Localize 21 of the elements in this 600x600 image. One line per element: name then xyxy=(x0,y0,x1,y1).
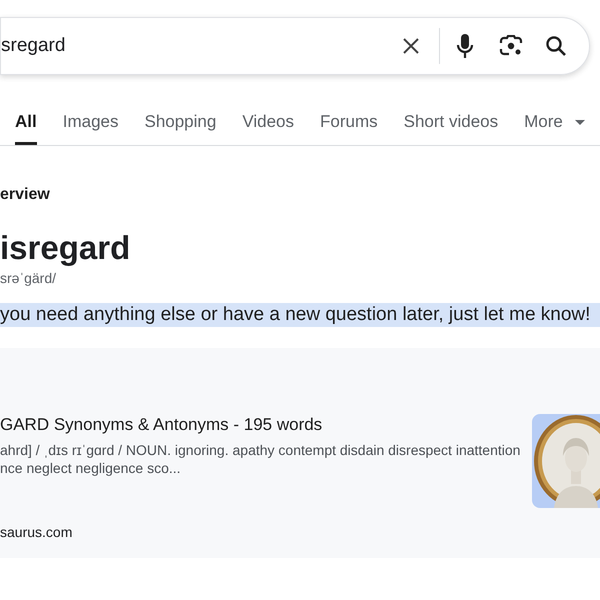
tab[interactable]: All xyxy=(15,111,37,145)
search-field[interactable]: sregard xyxy=(0,17,590,75)
word-heading: isregard xyxy=(0,228,130,268)
result-snippet: nce neglect negligence sco... xyxy=(0,459,181,477)
section-label: erview xyxy=(0,185,51,205)
search-query: sregard xyxy=(1,34,66,58)
tab[interactable]: Short videos xyxy=(404,111,498,145)
tab[interactable]: More xyxy=(524,111,585,145)
result-title[interactable]: GARD Synonyms & Antonyms - 195 words xyxy=(0,414,322,436)
tab[interactable]: Images xyxy=(62,111,118,145)
close-icon[interactable] xyxy=(401,36,421,56)
highlighted-text: you need anything else or have a new question later, just let me know! xyxy=(0,303,600,327)
tab[interactable]: Shopping xyxy=(144,111,216,145)
result-snippet: ahrd] / ˌdɪs rɪˈgɑrd / NOUN. ignoring. apathy contempt disdain disrespect inattention xyxy=(0,441,520,459)
microphone-icon[interactable] xyxy=(456,33,474,59)
search-icon[interactable] xyxy=(545,35,567,57)
pronunciation: srəˈgärd/ xyxy=(0,269,56,287)
site-name[interactable]: saurus.com xyxy=(0,523,72,541)
camera-icon[interactable] xyxy=(499,35,523,57)
tab[interactable]: Forums xyxy=(320,111,378,145)
tab[interactable]: Videos xyxy=(242,111,294,145)
